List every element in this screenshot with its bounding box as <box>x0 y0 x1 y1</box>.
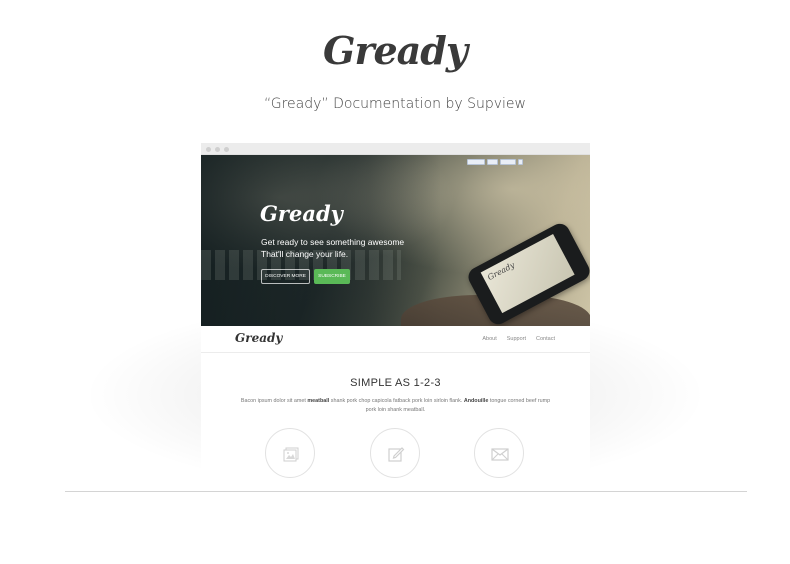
nav-links: About Support Contact <box>482 336 555 342</box>
section-description: Bacon ipsum dolor sit amet meatball shan… <box>239 397 552 414</box>
description-text: shank pork chop capicola fatback pork lo… <box>329 398 464 404</box>
browser-preview: Gready Gready Get ready to see something… <box>201 143 590 491</box>
window-dot-maximize <box>224 147 229 152</box>
share-count <box>518 159 523 165</box>
feature-circle-mail <box>474 428 524 478</box>
description-bold: Andouille <box>463 398 489 404</box>
description-bold: meatball <box>307 398 330 404</box>
facebook-share-button[interactable] <box>467 159 485 165</box>
hero-tagline: Get ready to see something awesome That'… <box>261 236 404 260</box>
hero-logo: Gready <box>260 201 343 226</box>
hero-section: Gready Gready Get ready to see something… <box>201 155 590 326</box>
discover-more-button[interactable]: DISCOVER MORE <box>261 269 310 284</box>
tweet-button[interactable] <box>500 159 516 165</box>
feature-circle-images <box>265 428 315 478</box>
browser-chrome-bar <box>201 143 590 155</box>
image-icon <box>283 447 299 462</box>
social-share-buttons <box>467 159 523 165</box>
hero-tagline-line1: Get ready to see something awesome <box>261 237 405 247</box>
nav-link-support[interactable]: Support <box>507 336 526 342</box>
baseline-divider <box>65 491 747 492</box>
subscribe-button[interactable]: SUBSCRIBE <box>314 269 350 284</box>
edit-icon <box>388 447 405 462</box>
window-dot-close <box>206 147 211 152</box>
google-plus-button[interactable] <box>487 159 498 165</box>
navbar: Gready About Support Contact <box>201 326 590 353</box>
nav-link-contact[interactable]: Contact <box>536 336 555 342</box>
hero-tagline-line2: That'll change your life. <box>261 249 349 259</box>
window-dot-minimize <box>215 147 220 152</box>
feature-circle-edit <box>370 428 420 478</box>
gready-logo: Gready <box>323 28 468 73</box>
mail-icon <box>491 448 509 461</box>
nav-link-about[interactable]: About <box>482 336 496 342</box>
nav-logo[interactable]: Gready <box>235 331 282 345</box>
documentation-subtitle: “Gready” Documentation by Supview <box>263 96 526 112</box>
description-text: Bacon ipsum dolor sit amet <box>240 398 308 404</box>
section-title: SIMPLE AS 1-2-3 <box>350 377 441 389</box>
